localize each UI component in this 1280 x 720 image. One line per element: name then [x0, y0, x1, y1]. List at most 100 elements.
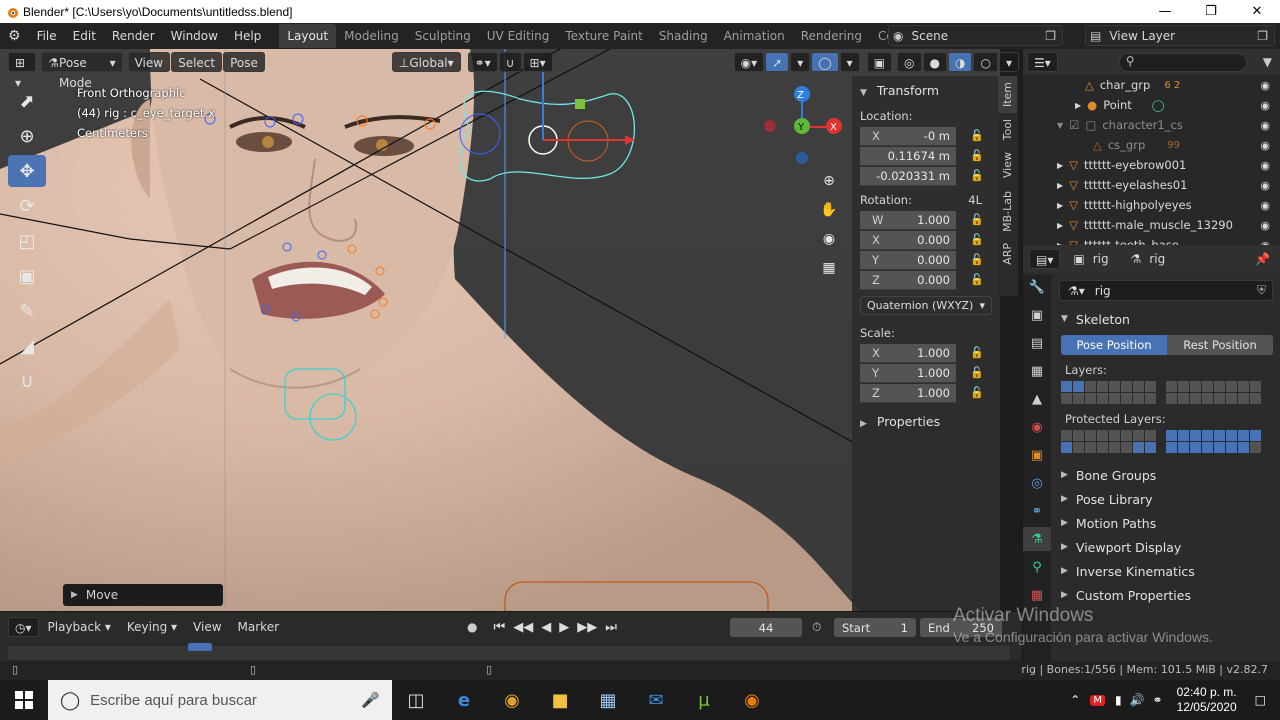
current-frame-field[interactable]: 44 — [730, 618, 802, 637]
rotation-w-field[interactable]: W 1.000 — [860, 210, 956, 230]
shading-menu[interactable]: ▾ — [998, 52, 1019, 72]
orientation-selector[interactable]: ⊥ Global ▾ — [391, 52, 461, 72]
scale-z-field[interactable]: Z 1.000 — [860, 383, 956, 403]
eye-icon[interactable]: ◉ — [1260, 179, 1270, 192]
shading-wireframe[interactable]: ◎ — [897, 52, 922, 72]
lock-icon[interactable]: 🔓 — [970, 253, 984, 267]
tab-modeling[interactable]: Modeling — [336, 24, 407, 48]
outliner-row[interactable]: ▶ ▽ tttttt-eyebrow001 ◉ — [1023, 155, 1280, 175]
menu-file[interactable]: File — [29, 25, 65, 47]
tab-sculpting[interactable]: Sculpting — [407, 24, 479, 48]
jump-start-icon[interactable]: ⏮ — [494, 620, 506, 635]
clock[interactable]: 02:40 p. m. 12/05/2020 — [1167, 685, 1247, 715]
ortho-toggle-button[interactable]: ▦ — [816, 255, 842, 281]
lock-icon[interactable]: 🔓 — [970, 366, 984, 380]
checkbox-icon[interactable]: ☑ — [1069, 118, 1079, 132]
world-tab[interactable]: ◉ — [1023, 415, 1051, 439]
menu-edit[interactable]: Edit — [65, 25, 104, 47]
lock-icon[interactable]: 🔓 — [970, 129, 984, 143]
visibility-button[interactable]: ◉▾ — [733, 52, 765, 72]
mail-icon[interactable]: ✉ — [632, 680, 680, 720]
lock-icon[interactable]: 🔓 — [970, 273, 984, 287]
rotation-mode-select[interactable]: Quaternion (WXYZ) ▾ — [860, 296, 992, 315]
gizmo-menu[interactable]: ▾ — [790, 52, 811, 72]
outliner-row[interactable]: ▶ ▽ tttttt-male_muscle_13290 ◉ — [1023, 215, 1280, 235]
start-button[interactable] — [0, 680, 48, 720]
location-y-field[interactable]: 0.11674 m — [860, 146, 956, 166]
taskbar-search-input[interactable]: ◯ Escribe aquí para buscar 🎤 — [48, 680, 392, 720]
select-box-tool[interactable]: ⬈ — [8, 85, 46, 117]
bone-tab[interactable]: ⚲ — [1023, 555, 1051, 579]
task-view-icon[interactable]: ◫ — [392, 680, 440, 720]
eye-icon[interactable]: ◉ — [1260, 99, 1270, 112]
blender-taskbar-icon[interactable]: ◉ — [728, 680, 776, 720]
file-explorer-icon[interactable]: ■ — [536, 680, 584, 720]
lock-icon[interactable]: 🔓 — [970, 149, 984, 163]
armature-name-field[interactable]: ⚗▾ rig ⛨ — [1059, 280, 1273, 301]
microphone-icon[interactable]: 🎤 — [361, 691, 380, 709]
custom-properties-header[interactable]: ▶ Custom Properties — [1053, 583, 1280, 607]
tab-mb-lab[interactable]: MB-Lab — [998, 185, 1017, 238]
menu-keying[interactable]: Keying ▾ — [119, 620, 185, 634]
outliner-row[interactable]: ▼ ☑ □ character1_cs ◉ — [1023, 115, 1280, 135]
outliner-row[interactable]: ▶ ▽ tttttt-eyelashes01 ◉ — [1023, 175, 1280, 195]
menu-view[interactable]: View — [127, 52, 171, 72]
menu-marker[interactable]: Marker — [230, 620, 287, 634]
tool-settings-tab[interactable]: 🔧 — [1023, 275, 1051, 299]
eye-icon[interactable]: ◉ — [1260, 79, 1270, 92]
motion-paths-header[interactable]: ▶ Motion Paths — [1053, 511, 1280, 535]
stopwatch-icon[interactable]: ⏱ — [812, 620, 821, 635]
outliner-row[interactable]: △ cs_grp 99 ◉ — [1023, 135, 1280, 155]
location-z-field[interactable]: -0.020331 m — [860, 166, 956, 186]
armature-data-tab[interactable]: ⚗ — [1023, 527, 1051, 551]
constraints-tab[interactable]: ⚭ — [1023, 499, 1051, 523]
layer-block-right[interactable] — [1166, 381, 1261, 404]
play-reverse-icon[interactable]: ◀ — [541, 620, 551, 635]
scene-tab[interactable]: ▲ — [1023, 387, 1051, 411]
notifications-icon[interactable]: □ — [1255, 693, 1266, 707]
last-operator-panel[interactable]: ▶ Move — [63, 584, 223, 606]
scale-y-field[interactable]: Y 1.000 — [860, 363, 956, 383]
prev-keyframe-icon[interactable]: ◀◀ — [513, 620, 533, 635]
record-button[interactable]: ● — [467, 620, 477, 634]
pose-position-button[interactable]: Pose Position — [1061, 335, 1167, 355]
outliner-search-input[interactable]: ⚲ — [1118, 52, 1247, 72]
edge-icon[interactable]: e — [440, 680, 488, 720]
scene-selector[interactable]: ◉ Scene ❐ — [888, 25, 1063, 46]
outliner-editor-type[interactable]: ☰▾ — [1027, 52, 1058, 72]
view-layer-selector[interactable]: ▤ View Layer ❐ — [1085, 25, 1275, 46]
shading-solid[interactable]: ● — [922, 52, 947, 72]
rotation-lock-4l[interactable]: 4L — [968, 190, 982, 210]
antivirus-icon[interactable]: M — [1090, 694, 1105, 706]
eye-icon[interactable]: ◉ — [1260, 139, 1270, 152]
fake-user-shield-icon[interactable]: ⛨ — [1257, 283, 1266, 298]
transform-header[interactable]: ▼ Transform — [860, 80, 992, 102]
play-icon[interactable]: ▶ — [559, 620, 569, 635]
next-keyframe-icon[interactable]: ▶▶ — [577, 620, 597, 635]
tab-texture-paint[interactable]: Texture Paint — [557, 24, 650, 48]
annotate-tool[interactable]: ✎ — [8, 295, 46, 327]
network-icon[interactable]: ⚭ — [1153, 693, 1163, 707]
overlay-toggle[interactable]: ◯ — [811, 52, 839, 72]
move-tool[interactable]: ✥ — [8, 155, 46, 187]
rotate-tool[interactable]: ⟳ — [8, 190, 46, 222]
new-scene-icon[interactable]: ❐ — [1045, 29, 1056, 43]
maximize-button[interactable]: ❐ — [1188, 0, 1234, 23]
rest-position-button[interactable]: Rest Position — [1167, 335, 1273, 355]
cursor-tool[interactable]: ⊕ — [8, 120, 46, 152]
modifiers-tab[interactable]: ◎ — [1023, 471, 1051, 495]
tab-tool[interactable]: Tool — [998, 113, 1017, 146]
volume-icon[interactable]: 🔊 — [1130, 693, 1145, 707]
scale-tool[interactable]: ◰ — [8, 225, 46, 257]
tab-layout[interactable]: Layout — [279, 24, 337, 48]
overlay-menu[interactable]: ▾ — [839, 52, 860, 72]
camera-view-button[interactable]: ◉ — [816, 226, 842, 252]
timeline-scrubber[interactable] — [8, 646, 1010, 660]
tab-arp[interactable]: ARP — [998, 237, 1017, 271]
properties-subpanel-header[interactable]: ▶ Properties — [860, 411, 992, 433]
lock-icon[interactable]: 🔓 — [970, 233, 984, 247]
rotation-y-field[interactable]: Y 0.000 — [860, 250, 956, 270]
close-button[interactable]: ✕ — [1234, 0, 1280, 23]
skeleton-panel-header[interactable]: ▼ Skeleton — [1053, 307, 1280, 331]
filter-icon[interactable]: ▼ — [1263, 55, 1272, 69]
